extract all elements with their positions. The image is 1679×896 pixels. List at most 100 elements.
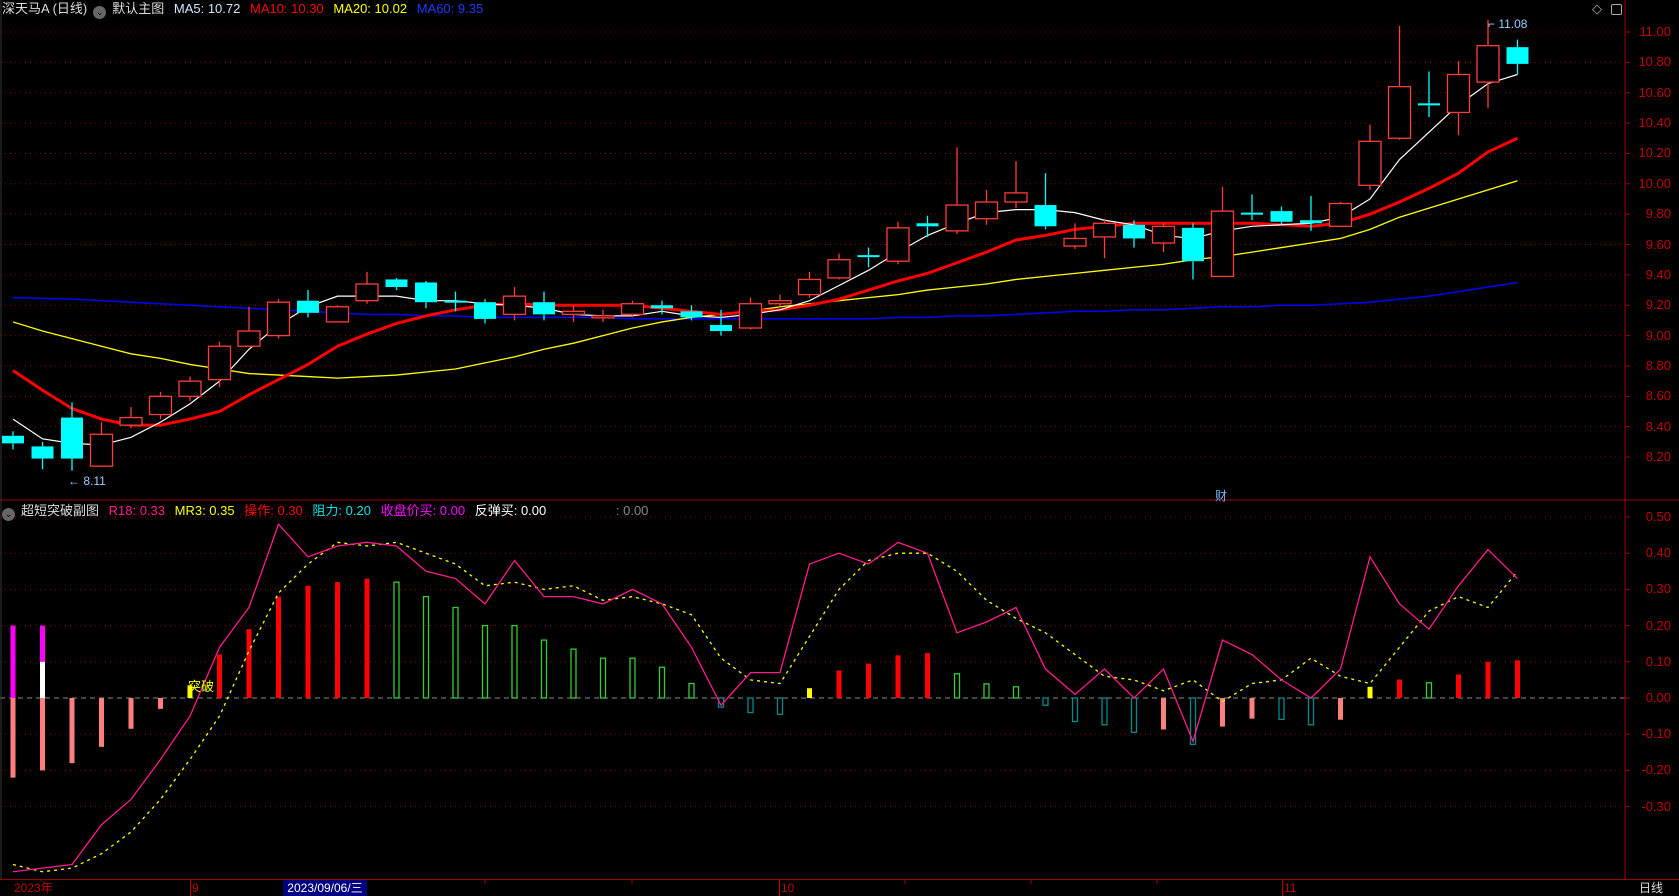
- candle: [1270, 206, 1293, 225]
- candle: [1476, 19, 1500, 108]
- operation-bar: [452, 606, 459, 699]
- operation-bar: [807, 688, 812, 698]
- candle: [857, 247, 880, 268]
- template-selector[interactable]: 默认主图: [112, 1, 164, 16]
- candle: [533, 291, 555, 321]
- resistance-value: 阻力: 0.20: [312, 503, 371, 518]
- high-price-value: 11.08: [1498, 17, 1528, 31]
- candle: [207, 341, 232, 388]
- sublines-path: [12, 541, 1519, 873]
- candle-body: [1034, 205, 1057, 227]
- candle: [620, 300, 645, 318]
- chevron-down-icon[interactable]: ⌄: [93, 6, 107, 19]
- chart-canvas[interactable]: [0, 0, 1679, 896]
- finance-marker[interactable]: 财: [1215, 487, 1227, 504]
- ma60-path: [12, 281, 1518, 320]
- date-axis: 2023年 9 2023/09/06/三 10 11 日线: [0, 880, 1679, 896]
- candle: [89, 422, 114, 467]
- candle-body: [1476, 45, 1500, 83]
- ma20-value: MA20: 10.02: [333, 1, 408, 16]
- candle-body: [1004, 192, 1028, 203]
- date-month-9: 9: [190, 880, 199, 896]
- candle-body: [827, 259, 851, 279]
- chevron-down-icon[interactable]: ⌄: [2, 508, 15, 521]
- operation-bar: [1130, 697, 1138, 734]
- sub-axis-label: 0.00: [1645, 690, 1671, 705]
- candle: [325, 305, 350, 323]
- rebound-buy-value: 反弹买: 0.00: [474, 503, 547, 518]
- candle-body: [945, 204, 969, 232]
- operation-bar: [925, 653, 930, 698]
- candle-body: [1123, 224, 1145, 239]
- indicator-name[interactable]: 超短突破副图: [21, 503, 99, 518]
- operation-bar: [1338, 698, 1343, 720]
- operation-bar: [1278, 697, 1285, 721]
- low-price-value: 8.11: [83, 474, 106, 488]
- ma5-value: MA5: 10.72: [173, 1, 241, 16]
- operation-bar: [128, 698, 134, 729]
- candle-body: [355, 283, 379, 302]
- operation-bar: [540, 639, 548, 699]
- candle: [266, 299, 291, 339]
- candle: [886, 221, 910, 265]
- operation-bar: [895, 655, 901, 698]
- price-axis-label: 8.20: [1645, 449, 1671, 465]
- candle-body: [533, 302, 555, 315]
- mr3-value: MR3: 0.35: [174, 503, 235, 518]
- candle: [974, 189, 999, 225]
- operation-bar: [570, 648, 577, 699]
- operation-bar: [658, 666, 666, 699]
- date-month-11: 11: [1282, 880, 1297, 896]
- diamond-icon[interactable]: ◇: [1592, 1, 1602, 17]
- candle-body: [1506, 47, 1529, 64]
- candle-body: [89, 433, 114, 467]
- candle-body: [119, 416, 143, 426]
- candle-body: [620, 303, 645, 315]
- candle-body: [1446, 73, 1471, 114]
- ma20-line: [12, 180, 1518, 379]
- operation-bar: [393, 581, 400, 699]
- candle-body: [1387, 85, 1412, 139]
- operation-bar: [1101, 697, 1108, 726]
- candle: [355, 271, 379, 304]
- operation-bar: [305, 585, 311, 698]
- panel-toggle-icon[interactable]: [1611, 4, 1622, 15]
- operation-bar: [836, 670, 842, 698]
- high-price-marker: ⌐ 11.08: [1488, 17, 1528, 31]
- candle-body: [1358, 140, 1382, 186]
- selected-date: 2023/09/06/三: [283, 880, 367, 896]
- candle-body: [974, 201, 999, 220]
- low-price-marker: ← 8.11: [68, 474, 106, 488]
- candle-body: [1210, 210, 1235, 278]
- date-year: 2023年: [14, 881, 53, 895]
- price-axis-label: 9.80: [1645, 206, 1671, 222]
- candle: [297, 290, 319, 318]
- close-buy-bar: [40, 661, 45, 698]
- price-axis-label: 8.60: [1645, 388, 1671, 404]
- operation-bar: [1367, 686, 1373, 698]
- operation-bar: [158, 698, 163, 709]
- ma20-path: [12, 180, 1518, 379]
- candle-body: [886, 227, 910, 262]
- candle: [591, 309, 615, 322]
- candle-body: [916, 223, 939, 227]
- price-axis-label: 11.00: [1639, 24, 1671, 39]
- candle: [916, 215, 939, 237]
- operation-bar: [511, 624, 518, 699]
- candle: [1241, 194, 1263, 221]
- price-axis-label: 8.40: [1645, 418, 1671, 434]
- price-axis-label: 8.80: [1645, 357, 1671, 373]
- price-axis-label: 10.80: [1638, 54, 1671, 70]
- date-month-10: 10: [779, 880, 795, 896]
- operation-bar: [983, 683, 990, 699]
- sub-axis-label: -0.10: [1641, 726, 1671, 742]
- candle: [148, 391, 173, 420]
- candle: [1387, 25, 1412, 140]
- period-selector[interactable]: 日线: [1639, 880, 1663, 896]
- candle: [1092, 218, 1117, 259]
- candle-body: [680, 311, 703, 318]
- candle-body: [237, 330, 261, 347]
- operation-bar: [629, 657, 636, 699]
- candle-body: [502, 295, 527, 315]
- r18-value: R18: 0.33: [108, 503, 166, 518]
